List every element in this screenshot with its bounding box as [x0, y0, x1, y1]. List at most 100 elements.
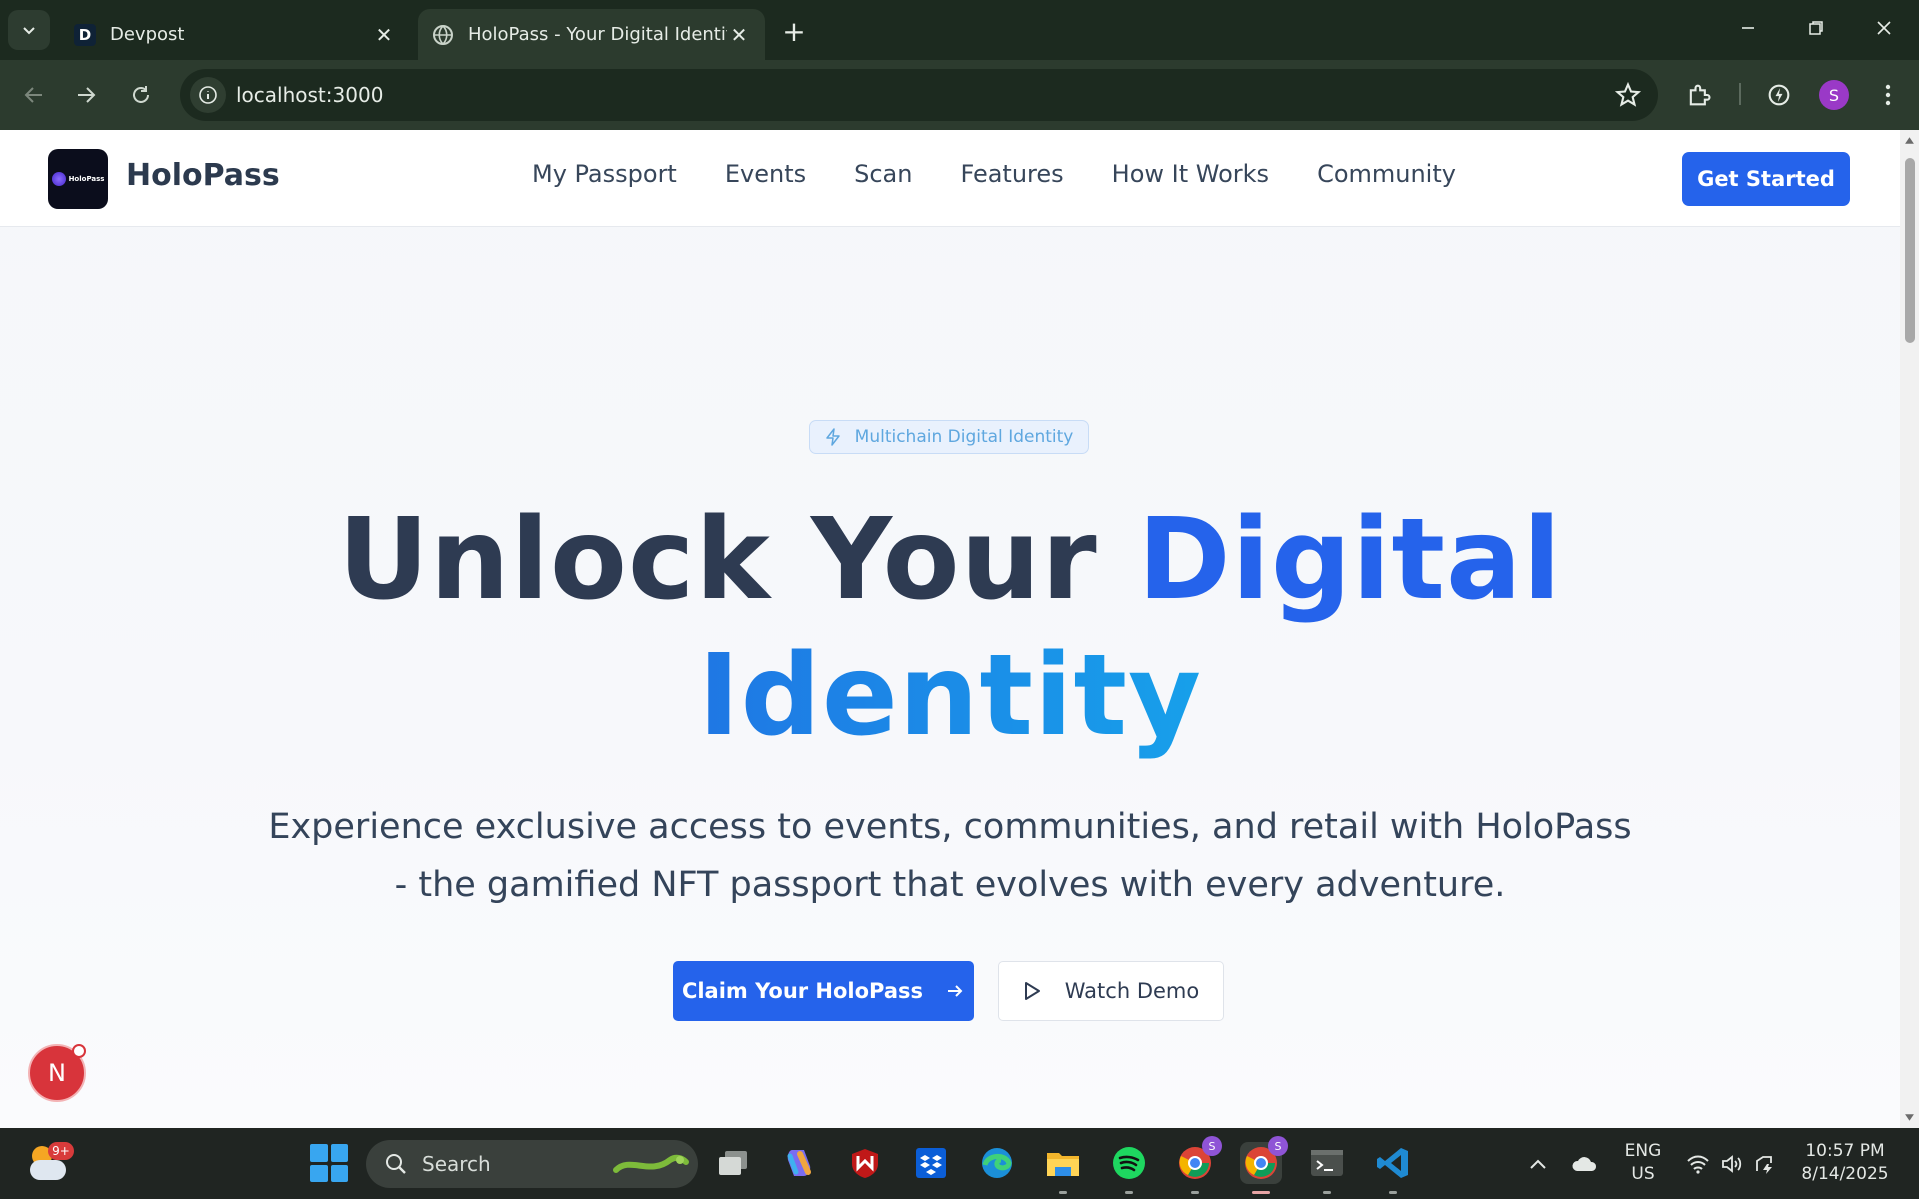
task-view-icon[interactable] [712, 1142, 754, 1184]
running-indicator [1323, 1191, 1331, 1194]
arrow-left-icon [24, 87, 42, 103]
close-icon[interactable]: ✕ [372, 23, 396, 47]
claim-holopass-label: Claim Your HoloPass [681, 979, 924, 1003]
dropbox-icon[interactable] [910, 1142, 952, 1184]
tab-holopass[interactable]: HoloPass - Your Digital Identity ✕ [418, 9, 765, 60]
cloud-icon [30, 1160, 66, 1180]
scroll-up-arrow-icon[interactable] [1904, 135, 1915, 146]
logo-orb-icon [51, 172, 66, 186]
nav-scan[interactable]: Scan [854, 160, 912, 188]
profile-badge: S [1268, 1136, 1288, 1156]
back-button[interactable] [14, 75, 54, 115]
clock-date: 8/14/2025 [1801, 1164, 1889, 1184]
tab-title: HoloPass - Your Digital Identity [468, 24, 727, 45]
browser-tabstrip: D Devpost ✕ HoloPass - Your Digital Iden… [0, 0, 1919, 60]
windows-logo-pane [310, 1164, 328, 1182]
reload-button[interactable] [121, 75, 161, 115]
toolbar-separator [1739, 83, 1741, 105]
spotify-icon[interactable] [1108, 1142, 1150, 1194]
nextjs-dev-indicator-label: N [48, 1059, 66, 1087]
search-placeholder: Search [422, 1152, 491, 1176]
lightning-icon [825, 428, 840, 446]
search-highlight-gecko-icon [613, 1154, 689, 1173]
extensions-icon[interactable] [1681, 77, 1717, 113]
weather-badge: 9+ [48, 1142, 74, 1160]
info-icon [199, 86, 217, 104]
search-icon [386, 1154, 406, 1174]
hero-badge: Multichain Digital Identity [809, 420, 1089, 454]
running-indicator [1125, 1191, 1133, 1194]
main-nav: My Passport Events Scan Features How It … [532, 160, 1504, 188]
hero-title-accent: Digital [1137, 495, 1563, 625]
browser-menu-icon[interactable] [1870, 77, 1906, 113]
file-explorer-icon[interactable] [1042, 1142, 1084, 1194]
address-bar[interactable]: localhost:3000 [180, 69, 1658, 121]
claim-holopass-button[interactable]: Claim Your HoloPass [673, 961, 974, 1021]
chevron-down-icon [23, 27, 35, 35]
running-indicator [1059, 1191, 1067, 1194]
chrome-icon-active[interactable]: S [1240, 1136, 1288, 1194]
chevron-up-icon[interactable] [1524, 1150, 1552, 1178]
devpost-favicon-icon: D [74, 23, 96, 46]
start-button[interactable] [310, 1144, 348, 1182]
profile-avatar[interactable]: S [1819, 80, 1849, 110]
notification-dot [72, 1044, 86, 1058]
nav-community[interactable]: Community [1317, 160, 1456, 188]
globe-icon [432, 24, 454, 46]
url-text[interactable]: localhost:3000 [236, 69, 383, 121]
play-icon [1024, 982, 1040, 1000]
logo-text: HoloPass [68, 175, 105, 183]
tab-search-button[interactable] [8, 10, 50, 50]
nav-events[interactable]: Events [725, 160, 806, 188]
site-info-button[interactable] [190, 77, 226, 113]
language-code: ENG [1624, 1141, 1662, 1161]
wifi-icon[interactable] [1684, 1150, 1712, 1178]
terminal-icon[interactable] [1306, 1142, 1348, 1194]
watch-demo-label: Watch Demo [1064, 979, 1200, 1003]
get-started-button[interactable]: Get Started [1682, 152, 1850, 206]
onedrive-cloud-icon[interactable] [1570, 1150, 1598, 1178]
page-scrollbar[interactable] [1900, 130, 1919, 1128]
weather-widget[interactable]: 9+ [26, 1142, 74, 1186]
minimize-button[interactable] [1720, 8, 1776, 48]
system-clock[interactable]: 10:57 PM 8/14/2025 [1790, 1140, 1900, 1186]
battery-charging-icon[interactable] [1752, 1150, 1780, 1178]
volume-icon[interactable] [1718, 1150, 1746, 1178]
close-window-button[interactable] [1856, 8, 1912, 48]
windows-logo-pane [330, 1164, 348, 1182]
nextjs-dev-indicator[interactable]: N [28, 1044, 86, 1102]
bookmark-star-icon[interactable] [1614, 81, 1642, 109]
page-viewport: HoloPass HoloPass My Passport Events Sca… [0, 130, 1900, 1128]
close-icon [1877, 21, 1891, 35]
hero-badge-text: Multichain Digital Identity [854, 427, 1074, 447]
nav-features[interactable]: Features [960, 160, 1063, 188]
edge-icon[interactable] [976, 1142, 1018, 1184]
mcafee-icon[interactable] [844, 1142, 886, 1184]
scrollbar-thumb[interactable] [1905, 158, 1915, 343]
running-indicator [1389, 1191, 1397, 1194]
nav-how-it-works[interactable]: How It Works [1112, 160, 1269, 188]
restore-button[interactable] [1788, 8, 1844, 48]
restore-icon [1809, 21, 1823, 35]
holopass-logo[interactable]: HoloPass [48, 149, 108, 209]
hero-subtitle: Experience exclusive access to events, c… [268, 807, 1632, 905]
region-code: US [1631, 1164, 1655, 1184]
taskbar-search[interactable]: Search [366, 1140, 698, 1188]
chrome-icon[interactable]: S [1174, 1136, 1222, 1194]
reload-icon [133, 86, 149, 103]
nav-my-passport[interactable]: My Passport [532, 160, 677, 188]
tab-devpost[interactable]: D Devpost ✕ [60, 9, 410, 60]
close-icon[interactable]: ✕ [727, 23, 751, 47]
brand-name[interactable]: HoloPass [126, 158, 280, 193]
profile-badge: S [1202, 1136, 1222, 1156]
arrow-right-icon [948, 985, 963, 997]
vscode-icon[interactable] [1372, 1142, 1414, 1194]
input-language[interactable]: ENG US [1618, 1140, 1668, 1186]
forward-button[interactable] [66, 75, 106, 115]
copilot-icon[interactable] [778, 1142, 820, 1184]
new-tab-button[interactable]: + [776, 14, 812, 48]
browser-toolbar: localhost:3000 [0, 60, 1919, 130]
watch-demo-button[interactable]: Watch Demo [998, 961, 1224, 1021]
scroll-down-arrow-icon[interactable] [1904, 1112, 1915, 1123]
performance-icon[interactable] [1761, 77, 1797, 113]
